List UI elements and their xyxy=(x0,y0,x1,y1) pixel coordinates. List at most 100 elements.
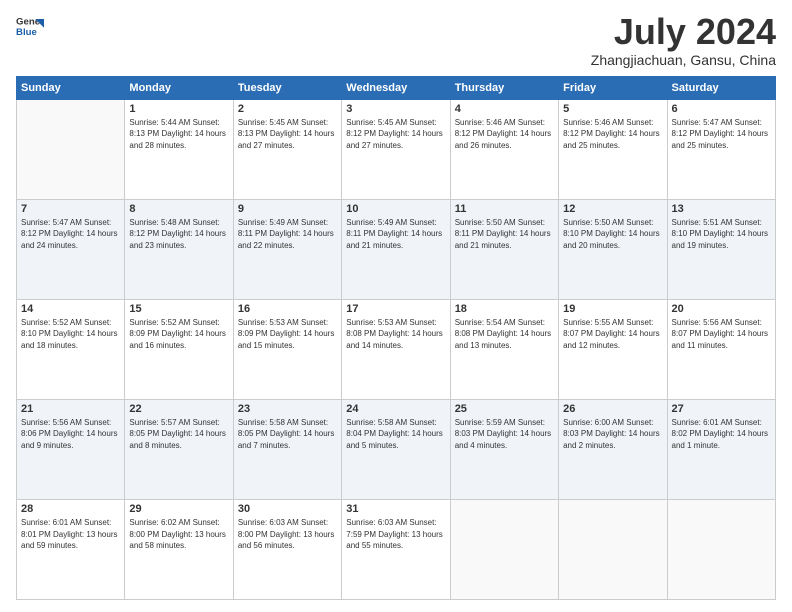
day-info: Sunrise: 5:46 AM Sunset: 8:12 PM Dayligh… xyxy=(563,117,662,152)
day-info: Sunrise: 5:55 AM Sunset: 8:07 PM Dayligh… xyxy=(563,317,662,352)
day-info: Sunrise: 6:01 AM Sunset: 8:01 PM Dayligh… xyxy=(21,517,120,552)
day-info: Sunrise: 5:50 AM Sunset: 8:10 PM Dayligh… xyxy=(563,217,662,252)
day-info: Sunrise: 5:46 AM Sunset: 8:12 PM Dayligh… xyxy=(455,117,554,152)
day-number: 4 xyxy=(455,103,554,115)
logo-icon: General Blue xyxy=(16,12,44,40)
table-row: 18 Sunrise: 5:54 AM Sunset: 8:08 PM Dayli… xyxy=(450,299,558,399)
day-info: Sunrise: 5:56 AM Sunset: 8:06 PM Dayligh… xyxy=(21,417,120,452)
day-info: Sunrise: 5:49 AM Sunset: 8:11 PM Dayligh… xyxy=(238,217,337,252)
day-number: 20 xyxy=(672,303,771,315)
day-info: Sunrise: 5:56 AM Sunset: 8:07 PM Dayligh… xyxy=(672,317,771,352)
day-number: 25 xyxy=(455,403,554,415)
table-row: 20 Sunrise: 5:56 AM Sunset: 8:07 PM Dayli… xyxy=(667,299,775,399)
day-number: 13 xyxy=(672,203,771,215)
day-number: 30 xyxy=(238,503,337,515)
header-row: Sunday Monday Tuesday Wednesday Thursday… xyxy=(17,76,776,99)
day-info: Sunrise: 5:52 AM Sunset: 8:10 PM Dayligh… xyxy=(21,317,120,352)
table-row: 16Sunrise: 5:53 AM Sunset: 8:09 PM Dayli… xyxy=(233,299,341,399)
calendar-week-1: 1Sunrise: 5:44 AM Sunset: 8:13 PM Daylig… xyxy=(17,99,776,199)
table-row: 29 Sunrise: 6:02 AM Sunset: 8:00 PM Dayli… xyxy=(125,499,233,599)
table-row: 23Sunrise: 5:58 AM Sunset: 8:05 PM Dayli… xyxy=(233,399,341,499)
day-info: Sunrise: 5:49 AM Sunset: 8:11 PM Dayligh… xyxy=(346,217,445,252)
col-friday: Friday xyxy=(559,76,667,99)
day-info: Sunrise: 5:50 AM Sunset: 8:11 PM Dayligh… xyxy=(455,217,554,252)
day-info: Sunrise: 5:59 AM Sunset: 8:03 PM Dayligh… xyxy=(455,417,554,452)
table-row: 31 Sunrise: 6:03 AM Sunset: 7:59 PM Dayli… xyxy=(342,499,450,599)
day-number: 10 xyxy=(346,203,445,215)
col-tuesday: Tuesday xyxy=(233,76,341,99)
day-info: Sunrise: 5:52 AM Sunset: 8:09 PM Dayligh… xyxy=(129,317,228,352)
day-number: 11 xyxy=(455,203,554,215)
table-row: 25 Sunrise: 5:59 AM Sunset: 8:03 PM Dayli… xyxy=(450,399,558,499)
table-row: 13 Sunrise: 5:51 AM Sunset: 8:10 PM Dayli… xyxy=(667,199,775,299)
day-info: Sunrise: 5:45 AM Sunset: 8:12 PM Dayligh… xyxy=(346,117,445,152)
day-info: Sunrise: 5:48 AM Sunset: 8:12 PM Dayligh… xyxy=(129,217,228,252)
day-info: Sunrise: 5:44 AM Sunset: 8:13 PM Dayligh… xyxy=(129,117,228,152)
day-info: Sunrise: 5:47 AM Sunset: 8:12 PM Dayligh… xyxy=(21,217,120,252)
col-sunday: Sunday xyxy=(17,76,125,99)
day-number: 19 xyxy=(563,303,662,315)
calendar-week-2: 7 Sunrise: 5:47 AM Sunset: 8:12 PM Daylig… xyxy=(17,199,776,299)
table-row: 1Sunrise: 5:44 AM Sunset: 8:13 PM Daylig… xyxy=(125,99,233,199)
day-info: Sunrise: 5:58 AM Sunset: 8:04 PM Dayligh… xyxy=(346,417,445,452)
table-row xyxy=(667,499,775,599)
table-row: 9 Sunrise: 5:49 AM Sunset: 8:11 PM Daylig… xyxy=(233,199,341,299)
calendar-table: Sunday Monday Tuesday Wednesday Thursday… xyxy=(16,76,776,600)
col-wednesday: Wednesday xyxy=(342,76,450,99)
col-saturday: Saturday xyxy=(667,76,775,99)
table-row: 24 Sunrise: 5:58 AM Sunset: 8:04 PM Dayli… xyxy=(342,399,450,499)
day-number: 14 xyxy=(21,303,120,315)
table-row: 14 Sunrise: 5:52 AM Sunset: 8:10 PM Dayli… xyxy=(17,299,125,399)
day-info: Sunrise: 6:02 AM Sunset: 8:00 PM Dayligh… xyxy=(129,517,228,552)
day-number: 17 xyxy=(346,303,445,315)
table-row: 21 Sunrise: 5:56 AM Sunset: 8:06 PM Dayli… xyxy=(17,399,125,499)
day-number: 18 xyxy=(455,303,554,315)
table-row: 10 Sunrise: 5:49 AM Sunset: 8:11 PM Dayli… xyxy=(342,199,450,299)
day-info: Sunrise: 6:01 AM Sunset: 8:02 PM Dayligh… xyxy=(672,417,771,452)
table-row xyxy=(17,99,125,199)
day-info: Sunrise: 5:51 AM Sunset: 8:10 PM Dayligh… xyxy=(672,217,771,252)
day-info: Sunrise: 5:53 AM Sunset: 8:08 PM Dayligh… xyxy=(346,317,445,352)
day-number: 9 xyxy=(238,203,337,215)
title-block: July 2024 Zhangjiachuan, Gansu, China xyxy=(591,12,776,68)
table-row: 26Sunrise: 6:00 AM Sunset: 8:03 PM Dayli… xyxy=(559,399,667,499)
day-info: Sunrise: 6:03 AM Sunset: 7:59 PM Dayligh… xyxy=(346,517,445,552)
day-info: Sunrise: 6:03 AM Sunset: 8:00 PM Dayligh… xyxy=(238,517,337,552)
header: General Blue July 2024 Zhangjiachuan, Ga… xyxy=(16,12,776,68)
table-row: 19 Sunrise: 5:55 AM Sunset: 8:07 PM Dayli… xyxy=(559,299,667,399)
calendar-week-3: 14 Sunrise: 5:52 AM Sunset: 8:10 PM Dayli… xyxy=(17,299,776,399)
table-row: 4 Sunrise: 5:46 AM Sunset: 8:12 PM Daylig… xyxy=(450,99,558,199)
day-info: Sunrise: 5:53 AM Sunset: 8:09 PM Dayligh… xyxy=(238,317,337,352)
table-row: 27Sunrise: 6:01 AM Sunset: 8:02 PM Dayli… xyxy=(667,399,775,499)
day-number: 23 xyxy=(238,403,337,415)
col-thursday: Thursday xyxy=(450,76,558,99)
day-number: 3 xyxy=(346,103,445,115)
day-info: Sunrise: 5:45 AM Sunset: 8:13 PM Dayligh… xyxy=(238,117,337,152)
table-row: 12 Sunrise: 5:50 AM Sunset: 8:10 PM Dayli… xyxy=(559,199,667,299)
table-row: 2 Sunrise: 5:45 AM Sunset: 8:13 PM Daylig… xyxy=(233,99,341,199)
day-number: 2 xyxy=(238,103,337,115)
day-number: 12 xyxy=(563,203,662,215)
day-info: Sunrise: 5:54 AM Sunset: 8:08 PM Dayligh… xyxy=(455,317,554,352)
day-info: Sunrise: 5:57 AM Sunset: 8:05 PM Dayligh… xyxy=(129,417,228,452)
day-number: 6 xyxy=(672,103,771,115)
table-row: 22 Sunrise: 5:57 AM Sunset: 8:05 PM Dayli… xyxy=(125,399,233,499)
table-row: 3 Sunrise: 5:45 AM Sunset: 8:12 PM Daylig… xyxy=(342,99,450,199)
table-row: 7 Sunrise: 5:47 AM Sunset: 8:12 PM Daylig… xyxy=(17,199,125,299)
table-row: 5Sunrise: 5:46 AM Sunset: 8:12 PM Daylig… xyxy=(559,99,667,199)
day-number: 22 xyxy=(129,403,228,415)
day-number: 29 xyxy=(129,503,228,515)
col-monday: Monday xyxy=(125,76,233,99)
svg-text:Blue: Blue xyxy=(16,27,37,38)
day-number: 21 xyxy=(21,403,120,415)
table-row xyxy=(559,499,667,599)
day-number: 8 xyxy=(129,203,228,215)
table-row: 6Sunrise: 5:47 AM Sunset: 8:12 PM Daylig… xyxy=(667,99,775,199)
page: General Blue July 2024 Zhangjiachuan, Ga… xyxy=(0,0,792,612)
day-number: 28 xyxy=(21,503,120,515)
day-number: 7 xyxy=(21,203,120,215)
logo: General Blue xyxy=(16,12,44,40)
table-row: 30 Sunrise: 6:03 AM Sunset: 8:00 PM Dayli… xyxy=(233,499,341,599)
day-number: 24 xyxy=(346,403,445,415)
day-number: 31 xyxy=(346,503,445,515)
